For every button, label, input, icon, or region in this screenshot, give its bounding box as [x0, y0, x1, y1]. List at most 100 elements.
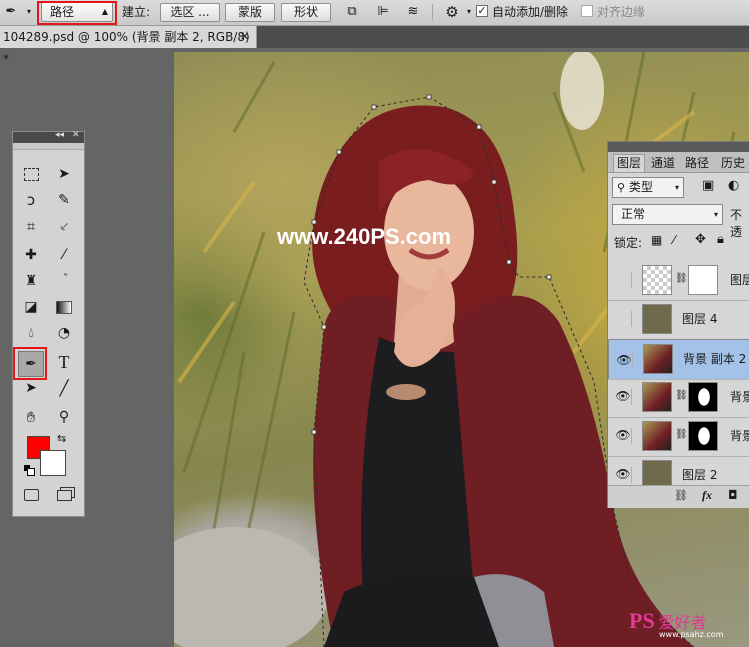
eye-icon[interactable]: 👁︎ — [616, 351, 633, 367]
quick-mask-icon[interactable] — [19, 483, 43, 507]
history-brush-tool-icon[interactable]: ࣽ — [52, 269, 76, 293]
mode-highlight-box — [37, 1, 117, 25]
auto-add-delete-label: 自动添加/删除 — [492, 5, 569, 19]
screen-mode-icon[interactable] — [52, 483, 76, 507]
visibility-toggle[interactable] — [615, 311, 632, 327]
eye-icon[interactable]: 👁︎ — [615, 428, 632, 444]
tab-channels[interactable]: 通道 — [648, 155, 678, 172]
path-arrangement-icon[interactable]: ≋ — [404, 3, 422, 21]
preset-dropdown-icon[interactable]: ▾ — [20, 3, 38, 21]
panel-header[interactable] — [608, 142, 749, 152]
blur-tool-icon[interactable]: 💧︎ — [19, 321, 43, 345]
eye-icon[interactable]: 👁︎ — [615, 389, 632, 405]
hand-tool-icon[interactable]: ✋︎ — [19, 405, 43, 429]
layer-row[interactable]: 👁︎ ⛓ 背景 — [608, 417, 749, 457]
layer-mask-thumbnail — [688, 265, 718, 295]
lock-all-icon[interactable]: 🔒︎ — [717, 232, 724, 247]
fx-icon[interactable]: fx — [702, 488, 712, 503]
layer-thumbnail — [643, 344, 673, 374]
type-tool-icon[interactable]: T — [52, 350, 76, 374]
layers-bottom-bar: ⛓ fx ◘ — [608, 485, 749, 508]
lock-position-icon[interactable]: ✥ — [695, 232, 706, 247]
quick-select-tool-icon[interactable]: ✎ — [52, 188, 76, 212]
chevron-down-icon: ▾ — [713, 210, 718, 219]
link-icon[interactable]: ⛓ — [675, 429, 688, 440]
link-icon[interactable]: ⛓ — [675, 273, 688, 284]
brush-tool-icon[interactable]: ⁄ — [52, 243, 76, 267]
move-tool-icon[interactable]: ➤ — [52, 162, 76, 186]
gradient-tool-icon[interactable] — [52, 295, 76, 319]
layer-thumbnail — [642, 382, 672, 412]
auto-add-delete-checkbox[interactable]: ✓ — [476, 5, 488, 17]
layer-row[interactable]: ⛓ 图层 — [608, 261, 749, 301]
toolbox-panel: ◂◂ ✕ ➤ ↄ ✎ ⌗ ⸔ ✚ ⁄ ♜ ࣽ ◪ 💧︎ ◔ ✒ T ➤ ╱ ✋︎… — [12, 130, 85, 517]
tab-layers[interactable]: 图层 — [613, 154, 646, 172]
layer-thumbnail — [642, 265, 672, 295]
make-selection-button[interactable]: 选区 ... — [160, 3, 220, 22]
layer-mask-thumbnail — [688, 421, 718, 451]
path-alignment-icon[interactable]: ⊫ — [374, 3, 392, 21]
dodge-tool-icon[interactable]: ◔ — [52, 321, 76, 345]
lasso-tool-icon[interactable]: ↄ — [19, 188, 43, 212]
align-edges-checkbox[interactable] — [581, 5, 593, 17]
eyedropper-tool-icon[interactable]: ⸔ — [52, 214, 76, 238]
path-operations-icon[interactable]: ⧉ — [343, 3, 361, 21]
tab-history[interactable]: 历史 — [718, 155, 748, 172]
layer-row-selected[interactable]: 👁︎ 背景 副本 2 — [608, 339, 749, 380]
chevron-down-icon: ▾ — [674, 183, 679, 192]
make-shape-button[interactable]: 形状 — [281, 3, 331, 22]
blend-mode-value: 正常 — [621, 207, 646, 221]
adjustment-filter-icon[interactable]: ◐ — [728, 178, 739, 193]
layer-name: 图层 — [730, 273, 749, 287]
collapse-icon[interactable]: ◂◂ — [55, 130, 64, 140]
ps-site-logo: PS 爱好者 www.psahz.com — [629, 608, 723, 639]
add-mask-icon[interactable]: ◘ — [728, 488, 738, 502]
document-tab[interactable]: 104289.psd @ 100% (背景 副本 2, RGB/8) * ✕ — [0, 26, 257, 66]
divider — [432, 4, 433, 21]
default-colors-icon[interactable] — [24, 465, 35, 476]
gear-icon[interactable]: ⚙ — [443, 3, 461, 21]
layer-filter-value: 类型 — [628, 180, 653, 194]
pen-tool-preset-icon[interactable]: ✒ — [2, 3, 20, 21]
logo-ps-text: PS — [629, 608, 655, 633]
layer-thumbnail — [642, 304, 672, 334]
make-label: 建立: — [122, 5, 151, 19]
background-color-swatch[interactable] — [40, 450, 66, 476]
swap-colors-icon[interactable]: ⇆ — [57, 432, 66, 445]
toolbox-grip[interactable] — [13, 143, 84, 150]
marquee-tool-icon[interactable] — [19, 162, 43, 186]
eye-icon[interactable]: 👁︎ — [615, 467, 632, 483]
layer-name: 背景 副本 2 — [683, 352, 747, 366]
crop-tool-icon[interactable]: ⌗ — [19, 214, 43, 238]
path-selection-tool-icon[interactable]: ➤ — [19, 376, 43, 400]
close-icon[interactable]: ✕ — [240, 26, 249, 48]
options-bar: ✒ ▾ 路径 ▲ 建立: 选区 ... 蒙版 形状 ⧉ ⊫ ≋ ⚙ ▾ ✓ 自动… — [0, 0, 749, 26]
healing-brush-tool-icon[interactable]: ✚ — [19, 243, 43, 267]
layers-panel-tabs: 图层 通道 路径 历史 — [608, 142, 749, 173]
layer-name: 图层 4 — [682, 312, 718, 326]
zoom-tool-icon[interactable]: ⚲ — [52, 405, 76, 429]
link-layers-icon[interactable]: ⛓ — [674, 489, 688, 502]
layer-name: 背景 — [730, 390, 749, 404]
link-icon[interactable]: ⛓ — [675, 390, 688, 401]
blend-mode-select[interactable]: 正常 ▾ — [612, 204, 723, 225]
lock-label: 锁定: — [614, 236, 643, 250]
image-filter-icon[interactable]: ▣ — [702, 178, 714, 193]
make-mask-button[interactable]: 蒙版 — [225, 3, 275, 22]
eraser-tool-icon[interactable]: ◪ — [19, 295, 43, 319]
line-tool-icon[interactable]: ╱ — [52, 376, 76, 400]
lock-transparent-icon[interactable]: ▦ — [651, 233, 662, 247]
layer-filter-select[interactable]: ⚲ 类型 ▾ — [612, 177, 684, 198]
layers-panel: 图层 通道 路径 历史 ⚲ 类型 ▾ ▣ ◐ 正常 ▾ 不透 锁定: ▦ ⁄ ✥… — [607, 141, 749, 508]
visibility-toggle[interactable] — [615, 272, 632, 288]
lock-image-icon[interactable]: ⁄ — [673, 233, 675, 247]
layer-row[interactable]: 图层 4 — [608, 300, 749, 340]
toolbox-header[interactable]: ◂◂ ✕ — [13, 130, 84, 143]
layer-thumbnail — [642, 421, 672, 451]
close-icon[interactable]: ✕ — [72, 130, 80, 140]
watermark-text: www.240PS.com — [277, 224, 452, 249]
clone-stamp-tool-icon[interactable]: ♜ — [19, 269, 43, 293]
pen-tool-icon[interactable]: ✒ — [18, 351, 44, 377]
tab-paths[interactable]: 路径 — [682, 155, 712, 172]
layer-row[interactable]: 👁︎ ⛓ 背景 — [608, 378, 749, 418]
